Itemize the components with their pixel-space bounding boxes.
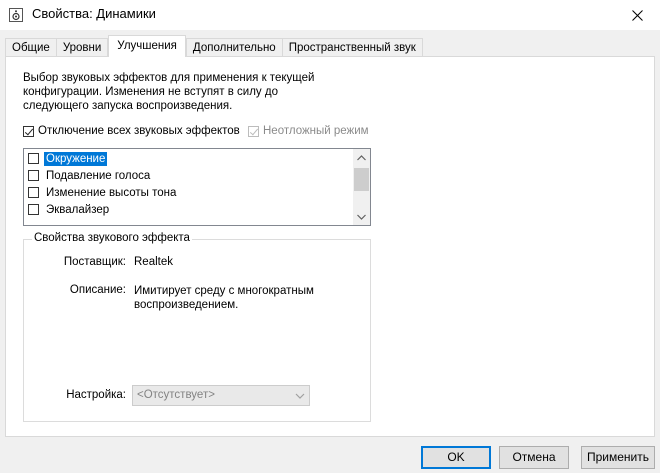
urgent-mode-checkbox[interactable]: Неотложный режим xyxy=(248,125,369,137)
provider-value: Realtek xyxy=(134,256,173,268)
vertical-scrollbar[interactable] xyxy=(353,149,370,225)
provider-label: Поставщик: xyxy=(63,256,126,268)
scroll-up-button[interactable] xyxy=(353,149,370,166)
checkbox-box[interactable] xyxy=(248,125,259,137)
tab-advanced[interactable]: Дополнительно xyxy=(185,38,283,57)
effect-checkbox[interactable] xyxy=(28,187,39,198)
chevron-up-icon xyxy=(357,154,366,160)
close-icon xyxy=(631,9,643,21)
enhancements-panel: Выбор звуковых эффектов для применения к… xyxy=(5,56,655,437)
group-title: Свойства звукового эффекта xyxy=(32,232,192,244)
effect-checkbox[interactable] xyxy=(28,170,39,181)
scroll-thumb[interactable] xyxy=(354,168,369,191)
disable-all-effects-label: Отключение всех звуковых эффектов xyxy=(38,125,240,137)
tab-enhancements[interactable]: Улучшения xyxy=(108,35,186,57)
properties-dialog: Свойства: Динамики Общие Уровни Улучшени… xyxy=(0,0,660,473)
speaker-icon xyxy=(9,8,23,22)
tab-spatial-sound[interactable]: Пространственный звук xyxy=(281,38,423,57)
checkbox-box[interactable] xyxy=(23,125,34,137)
enhancements-description: Выбор звуковых эффектов для применения к… xyxy=(23,72,315,112)
effect-properties-group: Свойства звукового эффекта Поставщик: Re… xyxy=(23,232,371,422)
list-item[interactable]: Эквалайзер xyxy=(28,201,111,218)
list-item[interactable]: Подавление голоса xyxy=(28,167,152,184)
tab-strip: Общие Уровни Улучшения Дополнительно Про… xyxy=(5,35,423,57)
list-item[interactable]: Окружение xyxy=(28,150,108,167)
urgent-mode-label: Неотложный режим xyxy=(263,125,369,137)
tab-general[interactable]: Общие xyxy=(5,38,57,57)
close-button[interactable] xyxy=(614,0,660,30)
title-bar: Свойства: Динамики xyxy=(0,0,660,30)
window-title: Свойства: Динамики xyxy=(32,6,156,21)
effect-checkbox[interactable] xyxy=(28,153,39,164)
apply-button[interactable]: Применить xyxy=(581,446,655,469)
effect-checkbox[interactable] xyxy=(28,204,39,215)
effect-label: Окружение xyxy=(44,151,108,166)
tab-levels[interactable]: Уровни xyxy=(55,38,109,57)
effect-label: Эквалайзер xyxy=(46,203,110,216)
chevron-down-icon xyxy=(295,393,305,399)
setting-dropdown[interactable]: <Отсутствует> xyxy=(132,385,310,406)
setting-value: <Отсутствует> xyxy=(137,389,215,401)
effect-label: Изменение высоты тона xyxy=(46,186,177,199)
description-label: Описание: xyxy=(69,284,126,296)
cancel-button[interactable]: Отмена xyxy=(499,446,569,469)
ok-button[interactable]: OK xyxy=(421,446,491,469)
effects-list[interactable]: Окружение Подавление голоса Изменение вы… xyxy=(23,148,371,226)
list-item[interactable]: Изменение высоты тона xyxy=(28,184,178,201)
effect-label: Подавление голоса xyxy=(46,169,151,182)
chevron-down-icon xyxy=(357,214,366,220)
setting-label: Настройка: xyxy=(66,389,126,401)
description-value: Имитирует среду с многократным воспроизв… xyxy=(134,285,314,311)
disable-all-effects-checkbox[interactable]: Отключение всех звуковых эффектов xyxy=(23,125,240,137)
scroll-down-button[interactable] xyxy=(353,208,370,225)
